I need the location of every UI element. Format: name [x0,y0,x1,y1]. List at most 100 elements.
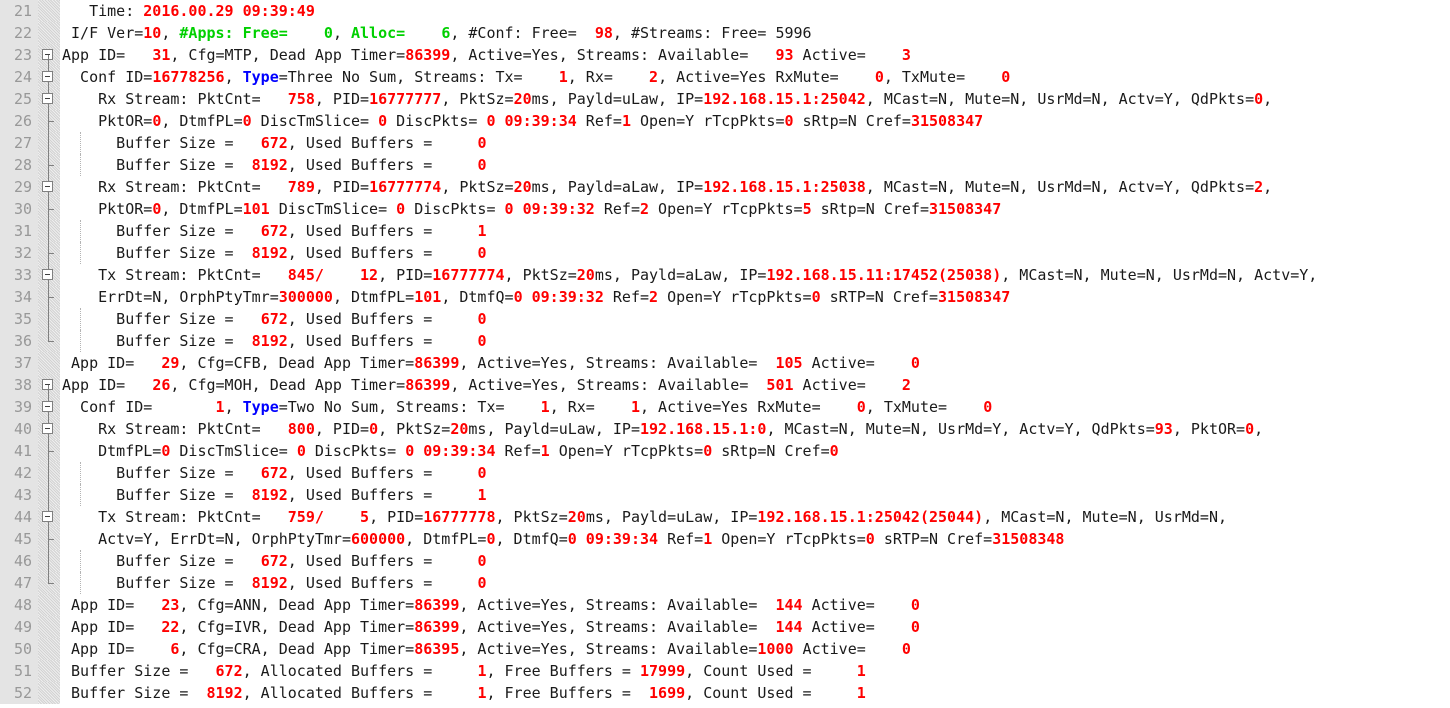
log-line-content[interactable]: App ID= 22, Cfg=IVR, Dead App Timer=8639… [60,616,1450,638]
log-line-content[interactable]: Buffer Size = 672, Used Buffers = 0 [60,462,1450,484]
fold-margin-cell[interactable] [38,286,60,308]
log-line-content[interactable]: App ID= 23, Cfg=ANN, Dead App Timer=8639… [60,594,1450,616]
fold-margin-cell[interactable] [38,572,60,594]
fold-margin-cell[interactable] [38,220,60,242]
log-line[interactable]: 24 Conf ID=16778256, Type=Three No Sum, … [0,66,1450,88]
fold-margin-cell[interactable] [38,374,60,396]
log-line-content[interactable]: Buffer Size = 672, Used Buffers = 0 [60,308,1450,330]
fold-margin-cell[interactable] [38,330,60,352]
fold-margin-cell[interactable] [38,308,60,330]
log-line[interactable]: 35 Buffer Size = 672, Used Buffers = 0 [0,308,1450,330]
fold-collapse-icon[interactable] [42,401,53,412]
log-line-content[interactable]: PktOR=0, DtmfPL=0 DiscTmSlice= 0 DiscPkt… [60,110,1450,132]
log-line-content[interactable]: Buffer Size = 672, Used Buffers = 0 [60,550,1450,572]
log-line[interactable]: 30 PktOR=0, DtmfPL=101 DiscTmSlice= 0 Di… [0,198,1450,220]
fold-collapse-icon[interactable] [42,269,53,280]
log-line[interactable]: 23 App ID= 31, Cfg=MTP, Dead App Timer=86… [0,44,1450,66]
log-line-content[interactable]: Tx Stream: PktCnt= 759/ 5, PID=16777778,… [60,506,1450,528]
fold-margin-cell[interactable] [38,88,60,110]
log-line[interactable]: 50 App ID= 6, Cfg=CRA, Dead App Timer=86… [0,638,1450,660]
log-line[interactable]: 37 App ID= 29, Cfg=CFB, Dead App Timer=8… [0,352,1450,374]
fold-margin-cell[interactable] [38,462,60,484]
fold-margin-cell[interactable] [38,528,60,550]
log-line[interactable]: 47 Buffer Size = 8192, Used Buffers = 0 [0,572,1450,594]
fold-margin-cell[interactable] [38,594,60,616]
fold-margin-cell[interactable] [38,616,60,638]
fold-margin-cell[interactable] [38,110,60,132]
log-line-content[interactable]: Rx Stream: PktCnt= 758, PID=16777777, Pk… [60,88,1450,110]
log-line-content[interactable]: Actv=Y, ErrDt=N, OrphPtyTmr=600000, Dtmf… [60,528,1450,550]
log-line[interactable]: 38 App ID= 26, Cfg=MOH, Dead App Timer=86… [0,374,1450,396]
fold-margin-cell[interactable] [38,264,60,286]
log-line[interactable]: 51 Buffer Size = 672, Allocated Buffers … [0,660,1450,682]
log-line[interactable]: 52 Buffer Size = 8192, Allocated Buffers… [0,682,1450,704]
log-line-content[interactable]: App ID= 6, Cfg=CRA, Dead App Timer=86395… [60,638,1450,660]
fold-margin-cell[interactable] [38,638,60,660]
fold-collapse-icon[interactable] [42,71,53,82]
log-line[interactable]: 36 Buffer Size = 8192, Used Buffers = 0 [0,330,1450,352]
log-line-content[interactable]: Time: 2016.00.29 09:39:49 [60,0,1450,22]
fold-margin-cell[interactable] [38,176,60,198]
log-line[interactable]: 49 App ID= 22, Cfg=IVR, Dead App Timer=8… [0,616,1450,638]
log-line-content[interactable]: DtmfPL= 0 DiscTmSlice= 0 DiscPkts= 0 09:3… [60,440,1450,462]
fold-collapse-icon[interactable] [42,181,53,192]
log-line-content[interactable]: I/F Ver=10, #Apps: Free= 0, Alloc= 6, #C… [60,22,1450,44]
fold-margin-cell[interactable] [38,132,60,154]
fold-collapse-icon[interactable] [42,423,53,434]
log-line-content[interactable]: Rx Stream: PktCnt= 789, PID=16777774, Pk… [60,176,1450,198]
log-line[interactable]: 26 PktOR=0, DtmfPL=0 DiscTmSlice= 0 Disc… [0,110,1450,132]
log-line-content[interactable]: Buffer Size = 672, Used Buffers = 1 [60,220,1450,242]
log-line-content[interactable]: Buffer Size = 8192, Used Buffers = 0 [60,330,1450,352]
fold-margin-cell[interactable] [38,484,60,506]
log-line-content[interactable]: Tx Stream: PktCnt= 845/ 12, PID=16777774… [60,264,1450,286]
log-line-content[interactable]: PktOR=0, DtmfPL=101 DiscTmSlice= 0 DiscP… [60,198,1450,220]
fold-margin-cell[interactable] [38,440,60,462]
log-line-content[interactable]: ErrDt=N, OrphPtyTmr=300000, DtmfPL=101, … [60,286,1450,308]
log-line-content[interactable]: Buffer Size = 672, Used Buffers = 0 [60,132,1450,154]
log-line[interactable]: 42 Buffer Size = 672, Used Buffers = 0 [0,462,1450,484]
fold-margin-cell[interactable] [38,396,60,418]
fold-margin-cell[interactable] [38,660,60,682]
fold-margin-cell[interactable] [38,0,60,22]
fold-margin-cell[interactable] [38,198,60,220]
log-line[interactable]: 40 Rx Stream: PktCnt= 800, PID=0, PktSz=… [0,418,1450,440]
fold-collapse-icon[interactable] [42,93,53,104]
log-line[interactable]: 45 Actv=Y, ErrDt=N, OrphPtyTmr=600000, D… [0,528,1450,550]
log-line[interactable]: 27 Buffer Size = 672, Used Buffers = 0 [0,132,1450,154]
log-line[interactable]: 32 Buffer Size = 8192, Used Buffers = 0 [0,242,1450,264]
log-line[interactable]: 22 I/F Ver=10, #Apps: Free= 0, Alloc= 6,… [0,22,1450,44]
fold-margin-cell[interactable] [38,242,60,264]
log-line[interactable]: 48 App ID= 23, Cfg=ANN, Dead App Timer=8… [0,594,1450,616]
log-line[interactable]: 21 Time: 2016.00.29 09:39:49 [0,0,1450,22]
log-line-content[interactable]: App ID= 29, Cfg=CFB, Dead App Timer=8639… [60,352,1450,374]
log-line-content[interactable]: Conf ID= 1, Type=Two No Sum, Streams: Tx… [60,396,1450,418]
log-line[interactable]: 41 DtmfPL= 0 DiscTmSlice= 0 DiscPkts= 0 0… [0,440,1450,462]
fold-margin-cell[interactable] [38,550,60,572]
log-line-content[interactable]: Buffer Size = 8192, Used Buffers = 0 [60,572,1450,594]
fold-margin-cell[interactable] [38,506,60,528]
fold-margin-cell[interactable] [38,44,60,66]
log-line[interactable]: 25 Rx Stream: PktCnt= 758, PID=16777777,… [0,88,1450,110]
log-line[interactable]: 34 ErrDt=N, OrphPtyTmr=300000, DtmfPL=10… [0,286,1450,308]
log-line-content[interactable]: Buffer Size = 8192, Used Buffers = 0 [60,242,1450,264]
log-line[interactable]: 46 Buffer Size = 672, Used Buffers = 0 [0,550,1450,572]
fold-margin-cell[interactable] [38,352,60,374]
log-line[interactable]: 28 Buffer Size = 8192, Used Buffers = 0 [0,154,1450,176]
fold-margin-cell[interactable] [38,418,60,440]
fold-collapse-icon[interactable] [42,511,53,522]
log-line-content[interactable]: Buffer Size = 8192, Used Buffers = 1 [60,484,1450,506]
fold-margin-cell[interactable] [38,682,60,704]
log-line[interactable]: 39 Conf ID= 1, Type=Two No Sum, Streams:… [0,396,1450,418]
log-line-content[interactable]: Conf ID=16778256, Type=Three No Sum, Str… [60,66,1450,88]
log-line[interactable]: 43 Buffer Size = 8192, Used Buffers = 1 [0,484,1450,506]
log-line[interactable]: 33 Tx Stream: PktCnt= 845/ 12, PID=16777… [0,264,1450,286]
fold-margin-cell[interactable] [38,66,60,88]
fold-margin-cell[interactable] [38,22,60,44]
log-line-content[interactable]: App ID= 26, Cfg=MOH, Dead App Timer=8639… [60,374,1450,396]
log-editor[interactable]: 21 Time: 2016.00.29 09:39:49 22 I/F Ver=1… [0,0,1450,708]
log-line-content[interactable]: App ID= 31, Cfg=MTP, Dead App Timer=8639… [60,44,1450,66]
log-line-content[interactable]: Rx Stream: PktCnt= 800, PID=0, PktSz=20m… [60,418,1450,440]
log-line[interactable]: 31 Buffer Size = 672, Used Buffers = 1 [0,220,1450,242]
log-line-content[interactable]: Buffer Size = 8192, Used Buffers = 0 [60,154,1450,176]
log-line[interactable]: 29 Rx Stream: PktCnt= 789, PID=16777774,… [0,176,1450,198]
